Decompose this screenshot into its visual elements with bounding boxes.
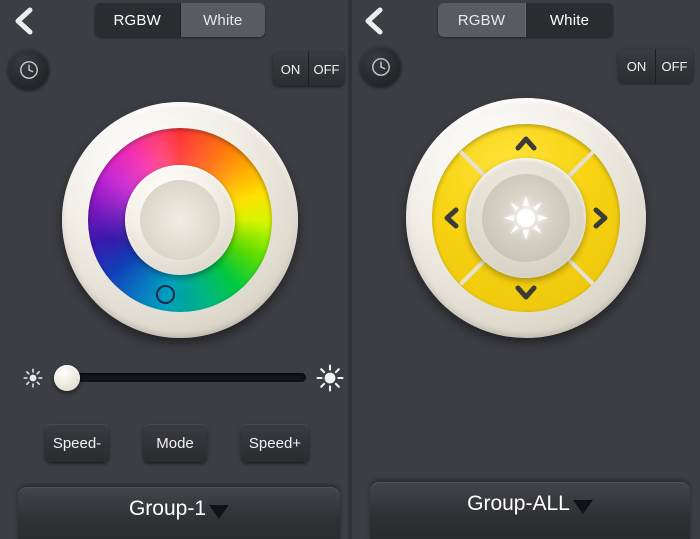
back-button[interactable]	[358, 4, 392, 38]
mode-button[interactable]: Mode	[143, 424, 207, 462]
chevron-left-icon	[8, 4, 42, 38]
white-mode-dpad[interactable]	[406, 98, 646, 338]
timer-button[interactable]	[360, 46, 401, 87]
moon-icon	[154, 192, 208, 250]
power-on-button[interactable]: ON	[273, 52, 309, 86]
tab-rgbw[interactable]: RGBW	[95, 3, 181, 37]
app-root: RGBW White ON OFF	[0, 0, 700, 539]
clock-icon	[18, 59, 40, 81]
chevron-up-icon	[511, 129, 541, 159]
tab-white[interactable]: White	[526, 3, 613, 37]
power-on-button[interactable]: ON	[618, 49, 656, 83]
brightness-down-button[interactable]	[511, 277, 541, 307]
slider-track[interactable]	[60, 373, 306, 382]
right-top-bar: RGBW White	[350, 0, 700, 40]
chevron-left-icon	[358, 4, 392, 38]
clock-icon	[370, 56, 392, 78]
chevron-right-icon	[585, 203, 615, 233]
tab-white[interactable]: White	[181, 3, 266, 37]
white-panel: RGBW White ON OFF	[350, 0, 700, 539]
mode-segmented-control[interactable]: RGBW White	[95, 3, 265, 37]
timer-button[interactable]	[8, 49, 49, 90]
group-selector-right[interactable]: Group-ALL	[370, 482, 690, 539]
sun-button[interactable]	[502, 194, 550, 242]
back-button[interactable]	[8, 4, 42, 38]
effect-button-row: Speed- Mode Speed+	[45, 424, 310, 462]
power-off-button[interactable]: OFF	[309, 52, 344, 86]
slider-thumb[interactable]	[54, 365, 80, 391]
speed-down-button[interactable]: Speed-	[45, 424, 109, 462]
rgbw-panel: RGBW White ON OFF	[0, 0, 350, 539]
group-label-wrap: Group-1	[129, 497, 229, 521]
temperature-down-button[interactable]	[437, 203, 467, 233]
sun-icon	[502, 194, 550, 242]
group-label: Group-1	[129, 497, 206, 521]
triangle-down-icon	[573, 500, 593, 514]
sun-large-icon	[315, 363, 345, 393]
brightness-up-button[interactable]	[511, 129, 541, 159]
power-control-left[interactable]: ON OFF	[273, 52, 344, 86]
group-label-wrap: Group-ALL	[467, 492, 593, 516]
moon-button[interactable]	[154, 192, 208, 250]
panel-divider	[348, 0, 352, 539]
triangle-down-icon	[209, 505, 229, 519]
brightness-slider[interactable]	[12, 358, 342, 398]
hue-selector-handle[interactable]	[156, 285, 175, 304]
power-control-right[interactable]: ON OFF	[618, 49, 693, 83]
power-off-button[interactable]: OFF	[656, 49, 693, 83]
group-selector-left[interactable]: Group-1	[18, 487, 340, 539]
group-label: Group-ALL	[467, 492, 570, 516]
sun-small-icon	[22, 367, 44, 389]
temperature-up-button[interactable]	[585, 203, 615, 233]
mode-segmented-control[interactable]: RGBW White	[438, 3, 613, 37]
speed-up-button[interactable]: Speed+	[241, 424, 309, 462]
color-wheel[interactable]	[62, 102, 298, 338]
chevron-left-icon	[437, 203, 467, 233]
tab-rgbw[interactable]: RGBW	[438, 3, 526, 37]
chevron-down-icon	[511, 277, 541, 307]
left-top-bar: RGBW White	[0, 0, 350, 40]
